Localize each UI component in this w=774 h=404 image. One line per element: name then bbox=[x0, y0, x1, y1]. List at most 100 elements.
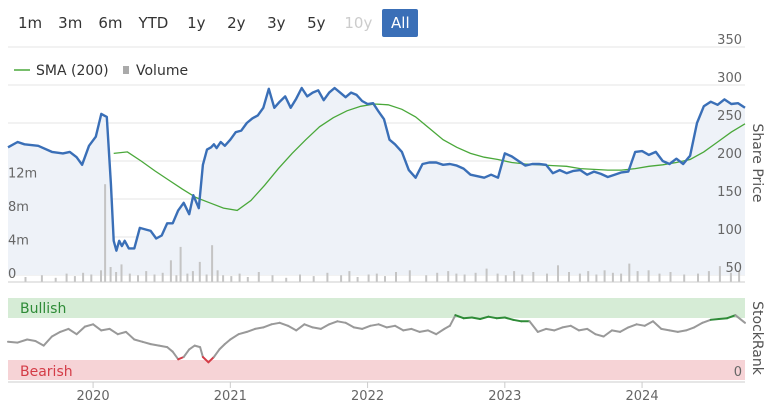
stockrank-segment bbox=[100, 327, 111, 332]
stockrank-segment bbox=[344, 321, 355, 329]
volume-bar bbox=[65, 273, 68, 282]
volume-bar bbox=[568, 272, 570, 282]
volume-bar bbox=[285, 277, 288, 282]
volume-bar bbox=[100, 270, 102, 282]
stockrank-segment bbox=[717, 317, 729, 320]
stockrank-segment bbox=[427, 329, 438, 336]
stockrank-segment bbox=[116, 330, 127, 336]
volume-bar bbox=[546, 273, 548, 282]
stockrank-segment bbox=[319, 323, 331, 330]
stockrank-segment bbox=[262, 323, 273, 329]
volume-bar bbox=[697, 273, 699, 282]
x-tick-label: 2021 bbox=[214, 389, 247, 404]
bearish-band bbox=[8, 360, 745, 380]
stockrank-segment bbox=[229, 333, 240, 341]
stockrank-segment bbox=[569, 324, 580, 332]
stockrank-segment bbox=[660, 327, 671, 332]
stockrank-segment bbox=[610, 329, 622, 333]
volume-bar bbox=[109, 267, 112, 282]
stockrank-segment bbox=[245, 327, 256, 333]
stockrank-segment bbox=[188, 344, 196, 351]
stockrank-segment bbox=[67, 327, 78, 336]
legend-sma-label[interactable]: SMA (200) bbox=[36, 63, 109, 79]
stockrank-zero-tick: 0 bbox=[734, 365, 742, 380]
volume-bar bbox=[356, 277, 359, 282]
volume-bar bbox=[40, 275, 43, 282]
volume-bar bbox=[367, 274, 370, 282]
stockrank-segment bbox=[75, 325, 86, 336]
stockrank-segment bbox=[7, 340, 19, 344]
volume-bar bbox=[628, 263, 631, 282]
volume-bar bbox=[216, 270, 219, 282]
volume-bar bbox=[485, 268, 488, 282]
volume-tick-label: 12m bbox=[8, 167, 37, 182]
stockrank-axis-label: StockRank bbox=[749, 301, 765, 376]
stockrank-segment bbox=[512, 318, 523, 323]
stockrank-segment bbox=[166, 346, 174, 353]
stockrank-segment bbox=[369, 323, 380, 327]
stockrank-segment bbox=[619, 326, 630, 333]
stockrank-segment bbox=[237, 330, 248, 336]
volume-bar bbox=[578, 273, 581, 282]
volume-bar bbox=[137, 275, 139, 282]
stockrank-segment bbox=[50, 330, 62, 338]
stockrank-segment bbox=[561, 324, 572, 329]
stockrank-segment bbox=[295, 323, 306, 332]
stockrank-segment bbox=[149, 343, 160, 347]
volume-bar bbox=[230, 276, 233, 282]
volume-bar bbox=[153, 274, 156, 282]
stockrank-segment bbox=[212, 348, 221, 358]
volume-bar bbox=[375, 273, 378, 282]
stockrank-segment bbox=[435, 327, 446, 336]
volume-bar bbox=[326, 272, 329, 282]
price-y-tick-label: 250 bbox=[717, 109, 742, 124]
volume-bar bbox=[198, 261, 201, 282]
volume-bar bbox=[191, 271, 194, 282]
volume-bar bbox=[120, 264, 123, 282]
stockrank-segment bbox=[182, 348, 191, 358]
volume-bar bbox=[238, 273, 241, 282]
stockrank-segment bbox=[108, 327, 119, 336]
stockrank-segment bbox=[668, 329, 679, 333]
stockrank-segment bbox=[627, 323, 638, 329]
volume-bar bbox=[455, 273, 458, 282]
stockrank-segment bbox=[643, 320, 654, 327]
volume-bar bbox=[246, 277, 249, 282]
volume-bar bbox=[620, 273, 623, 282]
volume-bar bbox=[595, 274, 598, 282]
volume-bar bbox=[54, 277, 57, 282]
stockrank-segment bbox=[377, 323, 388, 329]
volume-bar bbox=[145, 271, 148, 282]
volume-bar bbox=[299, 274, 301, 282]
share-price-axis-label: Share Price bbox=[749, 123, 765, 202]
stockrank-segment bbox=[352, 326, 364, 330]
price-y-tick-label: 50 bbox=[725, 261, 742, 276]
volume-tick-label: 0 bbox=[8, 267, 16, 282]
stockrank-segment bbox=[218, 343, 226, 351]
volume-bar bbox=[205, 274, 208, 282]
volume-bar bbox=[161, 272, 164, 282]
bullish-label: Bullish bbox=[20, 301, 66, 317]
volume-bar bbox=[603, 270, 606, 282]
price-y-tick-label: 100 bbox=[717, 223, 742, 238]
volume-bar bbox=[587, 271, 590, 282]
stockrank-segment bbox=[652, 320, 663, 330]
price-y-tick-label: 300 bbox=[717, 71, 742, 86]
legend[interactable]: SMA (200) Volume bbox=[14, 63, 188, 79]
volume-bar bbox=[211, 245, 214, 282]
volume-bar bbox=[658, 273, 661, 282]
legend-volume-label[interactable]: Volume bbox=[136, 63, 188, 79]
stockrank-segment bbox=[158, 344, 169, 349]
volume-tick-label: 4m bbox=[8, 234, 29, 249]
stockrank-segment bbox=[254, 326, 265, 330]
stockrank-segment bbox=[328, 320, 339, 326]
x-tick-label: 2020 bbox=[77, 389, 110, 404]
stockrank-segment bbox=[223, 338, 232, 346]
stockrank-panel: Bullish Bearish 0 bbox=[7, 298, 746, 380]
volume-bar bbox=[115, 272, 118, 282]
stockrank-segment bbox=[278, 321, 289, 327]
stockrank-segment bbox=[59, 327, 70, 333]
volume-bar bbox=[128, 273, 131, 282]
stockrank-segment bbox=[171, 350, 180, 361]
volume-bar bbox=[496, 273, 499, 282]
